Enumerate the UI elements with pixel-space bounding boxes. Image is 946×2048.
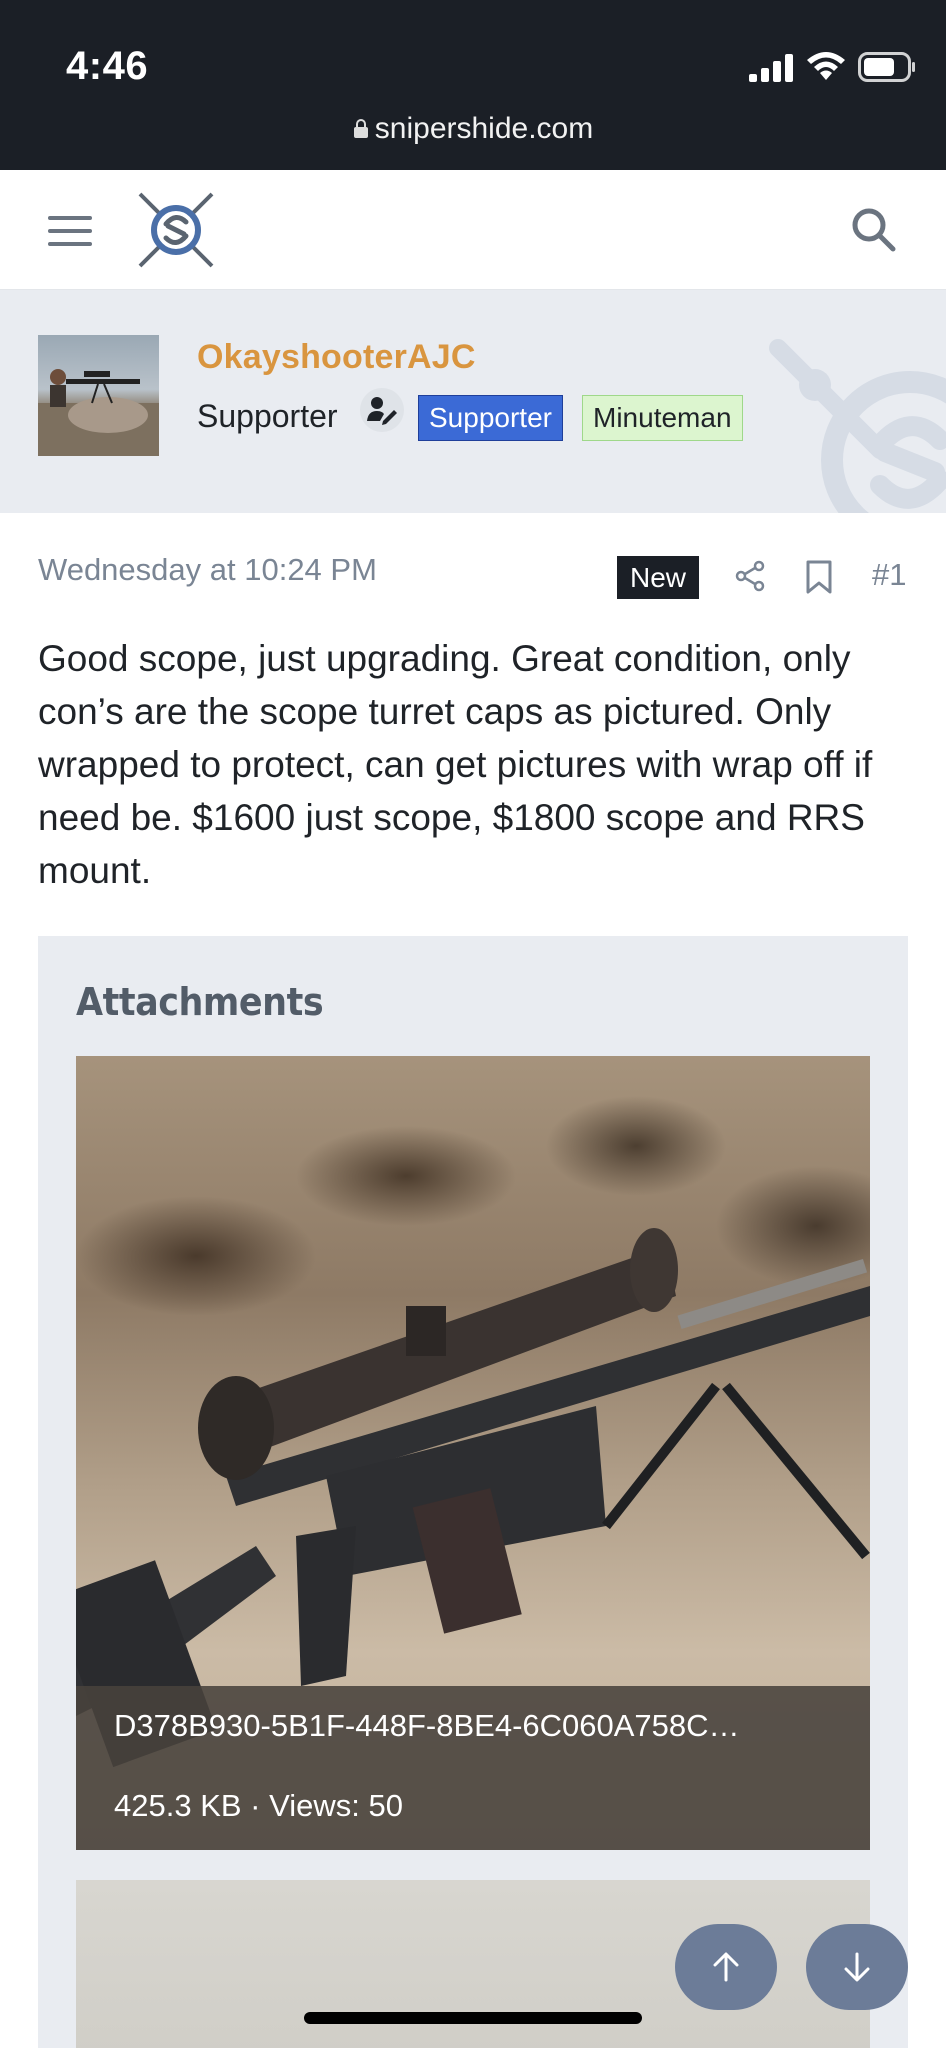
site-header xyxy=(0,170,946,290)
attachment-meta: 425.3 KB · Views: 50 xyxy=(114,1788,403,1823)
post-author-panel: OkayshooterAJC Supporter Supporter Minut… xyxy=(0,290,946,513)
post-body: Good scope, just upgrading. Great condit… xyxy=(38,638,873,891)
edit-user-icon[interactable] xyxy=(360,388,404,432)
home-indicator[interactable] xyxy=(304,2012,642,2024)
snipershide-watermark-icon xyxy=(769,339,946,513)
url-text: snipershide.com xyxy=(374,112,594,145)
scroll-top-button[interactable] xyxy=(675,1924,777,2010)
battery-icon xyxy=(858,52,915,82)
author-username[interactable]: OkayshooterAJC xyxy=(197,338,476,377)
snipershide-logo[interactable] xyxy=(134,188,218,272)
search-icon[interactable] xyxy=(850,206,896,252)
new-badge: New xyxy=(617,556,699,599)
address-bar[interactable]: snipershide.com xyxy=(0,112,946,146)
share-icon[interactable] xyxy=(734,560,766,592)
author-title: Supporter xyxy=(197,398,338,434)
attachment-filename[interactable]: D378B930-5B1F-448F-8BE4-6C060A758C… xyxy=(114,1708,740,1744)
arrow-up-icon xyxy=(713,1952,739,1982)
wifi-icon xyxy=(807,52,845,80)
attachment-caption: D378B930-5B1F-448F-8BE4-6C060A758C… 425.… xyxy=(76,1686,870,1850)
status-bar: 4:46 snipershide.com xyxy=(0,0,946,170)
cellular-signal-icon xyxy=(749,54,793,82)
avatar[interactable] xyxy=(38,335,159,456)
status-time: 4:46 xyxy=(66,44,149,88)
attachment-thumbnail[interactable]: D378B930-5B1F-448F-8BE4-6C060A758C… 425.… xyxy=(76,1056,870,1850)
attachments-section: Attachments D378B930-5B1F-448F-8BE4-6C06… xyxy=(38,936,908,2048)
post-date[interactable]: Wednesday at 10:24 PM xyxy=(38,552,377,588)
lock-icon xyxy=(353,119,368,138)
hamburger-icon[interactable] xyxy=(48,214,92,248)
arrow-down-icon xyxy=(844,1952,870,1982)
attachments-title: Attachments xyxy=(76,980,324,1024)
bookmark-icon[interactable] xyxy=(805,560,833,594)
post-number[interactable]: #1 xyxy=(872,557,906,593)
scroll-bottom-button[interactable] xyxy=(806,1924,908,2010)
minuteman-badge: Minuteman xyxy=(582,395,743,441)
supporter-badge: Supporter xyxy=(418,395,563,441)
